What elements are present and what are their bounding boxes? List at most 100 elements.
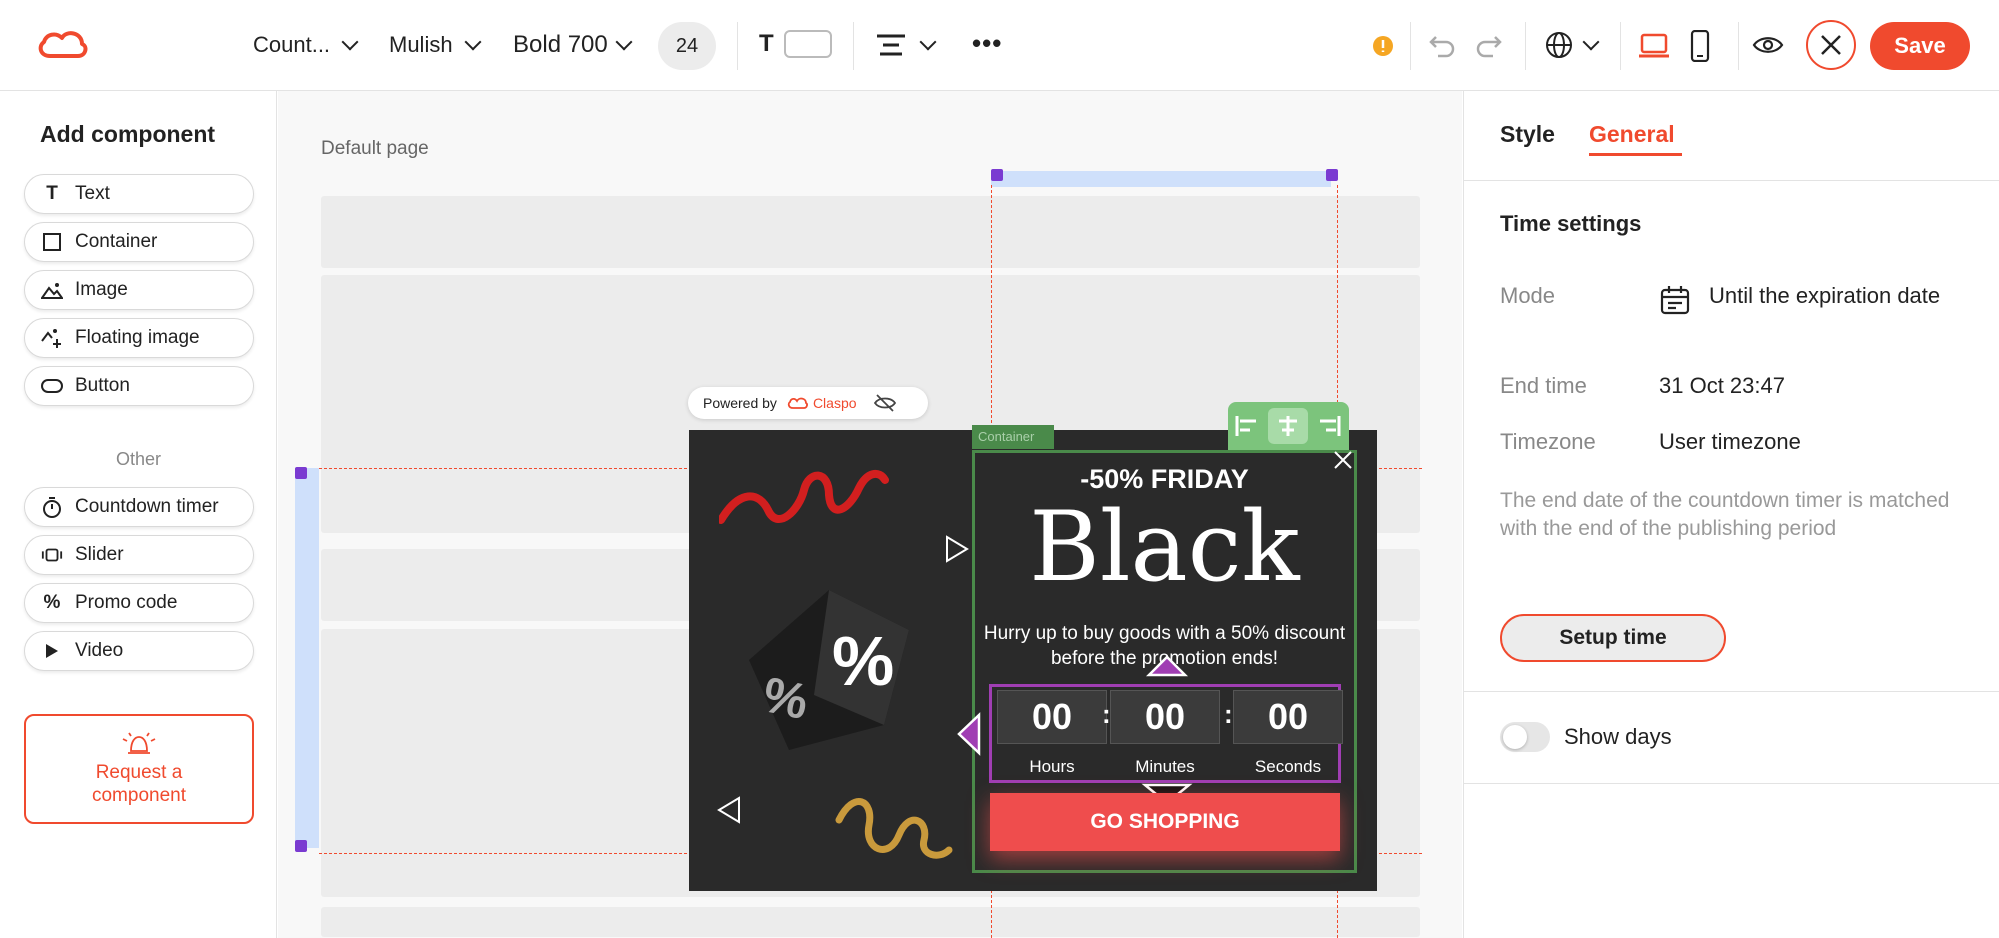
component-label: Floating image xyxy=(75,327,200,348)
end-time-label: End time xyxy=(1500,373,1587,398)
toolbar-divider xyxy=(1738,22,1739,70)
mobile-view-icon[interactable] xyxy=(1690,30,1710,62)
settings-panel: Style General Time settings Mode Until t… xyxy=(1463,91,1999,938)
redo-icon[interactable] xyxy=(1475,33,1503,59)
toolbar-divider xyxy=(1410,22,1411,70)
timezone-label: Timezone xyxy=(1500,429,1596,454)
toggle-knob xyxy=(1503,725,1527,749)
text-color-button[interactable]: T xyxy=(759,30,832,58)
add-component-panel: Add component T Text Container Image Flo… xyxy=(0,91,277,938)
show-days-toggle[interactable] xyxy=(1500,722,1550,752)
powered-by-badge[interactable]: Powered by Claspo xyxy=(688,387,928,419)
warning-icon[interactable] xyxy=(1372,35,1394,57)
timezone-value[interactable]: User timezone xyxy=(1659,427,1801,457)
request-component-button[interactable]: Request a component xyxy=(24,714,254,824)
go-shopping-button[interactable]: GO SHOPPING xyxy=(990,793,1340,851)
component-label: Image xyxy=(75,279,128,300)
close-icon xyxy=(1821,35,1841,55)
more-options-icon[interactable]: ••• xyxy=(972,28,1002,59)
resize-handle[interactable] xyxy=(295,840,307,852)
mode-value[interactable]: Until the expiration date xyxy=(1709,281,1959,311)
align-center-icon[interactable] xyxy=(1275,416,1301,436)
font-weight-dropdown[interactable]: Bold 700 xyxy=(513,31,633,59)
setup-time-button[interactable]: Setup time xyxy=(1500,614,1726,662)
brand-label: Claspo xyxy=(812,395,857,411)
show-days-label: Show days xyxy=(1564,724,1672,749)
resize-handle[interactable] xyxy=(991,169,1003,181)
add-video-button[interactable]: Video xyxy=(24,631,254,671)
component-label: Button xyxy=(75,375,130,396)
add-image-button[interactable]: Image xyxy=(24,270,254,310)
claspo-brand: Claspo xyxy=(787,395,857,411)
timer-minutes-label: Minutes xyxy=(1135,757,1195,776)
add-button-button[interactable]: Button xyxy=(24,366,254,406)
text-align-dropdown[interactable] xyxy=(876,33,937,56)
timer-minutes: 00 xyxy=(1110,690,1220,744)
chevron-down-icon xyxy=(341,33,359,51)
desktop-view-icon[interactable] xyxy=(1638,33,1670,59)
add-slider-button[interactable]: Slider xyxy=(24,535,254,575)
font-weight-label: Bold 700 xyxy=(513,31,608,58)
floating-image-icon xyxy=(41,327,63,349)
mode-label: Mode xyxy=(1500,283,1556,308)
add-promo-code-button[interactable]: % Promo code xyxy=(24,583,254,623)
button-icon xyxy=(41,375,63,397)
hide-eye-icon[interactable] xyxy=(873,393,897,413)
font-size-value: 24 xyxy=(675,34,699,57)
claspo-logo-icon[interactable] xyxy=(36,26,90,62)
selection-bar-top[interactable] xyxy=(991,171,1331,187)
element-select-dropdown[interactable]: Count... xyxy=(253,32,359,58)
add-countdown-timer-button[interactable]: Countdown timer xyxy=(24,487,254,527)
font-family-dropdown[interactable]: Mulish xyxy=(389,32,482,58)
selection-bar-left[interactable] xyxy=(295,468,319,848)
preview-eye-icon[interactable] xyxy=(1752,34,1784,56)
chevron-down-icon xyxy=(919,33,937,51)
tab-general[interactable]: General xyxy=(1589,121,1675,148)
element-select-label: Count... xyxy=(253,32,331,57)
language-dropdown[interactable] xyxy=(1545,31,1600,59)
resize-handle[interactable] xyxy=(1326,169,1338,181)
align-center-icon xyxy=(877,34,905,56)
end-time-value[interactable]: 31 Oct 23:47 xyxy=(1659,371,1785,401)
toolbar-divider xyxy=(737,22,738,70)
align-right-icon[interactable] xyxy=(1316,416,1342,436)
add-container-button[interactable]: Container xyxy=(24,222,254,262)
slider-icon xyxy=(41,544,63,566)
close-editor-button[interactable] xyxy=(1806,20,1856,70)
move-up-arrow-icon[interactable] xyxy=(1145,653,1189,679)
editor-canvas[interactable]: Default page Powered by Claspo % % Conta… xyxy=(278,91,1462,938)
section-title: Time settings xyxy=(1500,211,1642,236)
timer-separator: : xyxy=(1224,699,1233,729)
timer-seconds-label: Seconds xyxy=(1254,757,1322,776)
request-component-label: Request a component xyxy=(91,762,186,806)
save-button[interactable]: Save xyxy=(1870,22,1970,70)
resize-handle[interactable] xyxy=(295,467,307,479)
percent-icon: % xyxy=(43,592,61,613)
page-block xyxy=(321,196,1420,268)
add-floating-image-button[interactable]: Floating image xyxy=(24,318,254,358)
alarm-bell-icon xyxy=(122,732,156,754)
align-left-icon[interactable] xyxy=(1234,416,1260,436)
calendar-icon[interactable] xyxy=(1659,284,1691,316)
gold-ribbon-decoration xyxy=(835,798,953,859)
container-align-toolbar[interactable] xyxy=(1228,402,1349,450)
add-text-button[interactable]: T Text xyxy=(24,174,254,214)
font-size-input[interactable]: 24 xyxy=(658,22,716,70)
undo-icon[interactable] xyxy=(1428,33,1456,59)
text-color-swatch xyxy=(783,30,832,58)
text-color-icon: T xyxy=(759,30,774,57)
component-label: Text xyxy=(75,183,110,204)
toolbar-divider xyxy=(1620,22,1621,70)
toolbar-divider xyxy=(1525,22,1526,70)
page-block xyxy=(321,907,1420,937)
text-icon: T xyxy=(46,183,58,204)
image-icon xyxy=(41,279,63,301)
active-tab-underline xyxy=(1589,153,1682,156)
timer-seconds: 00 xyxy=(1233,690,1343,744)
chevron-down-icon xyxy=(615,33,633,51)
move-left-arrow-icon[interactable] xyxy=(955,711,983,757)
help-text: The end date of the countdown timer is m… xyxy=(1500,489,1950,540)
tab-style[interactable]: Style xyxy=(1500,121,1555,148)
claspo-logo-icon xyxy=(787,397,808,409)
panel-title: Add component xyxy=(40,121,216,147)
